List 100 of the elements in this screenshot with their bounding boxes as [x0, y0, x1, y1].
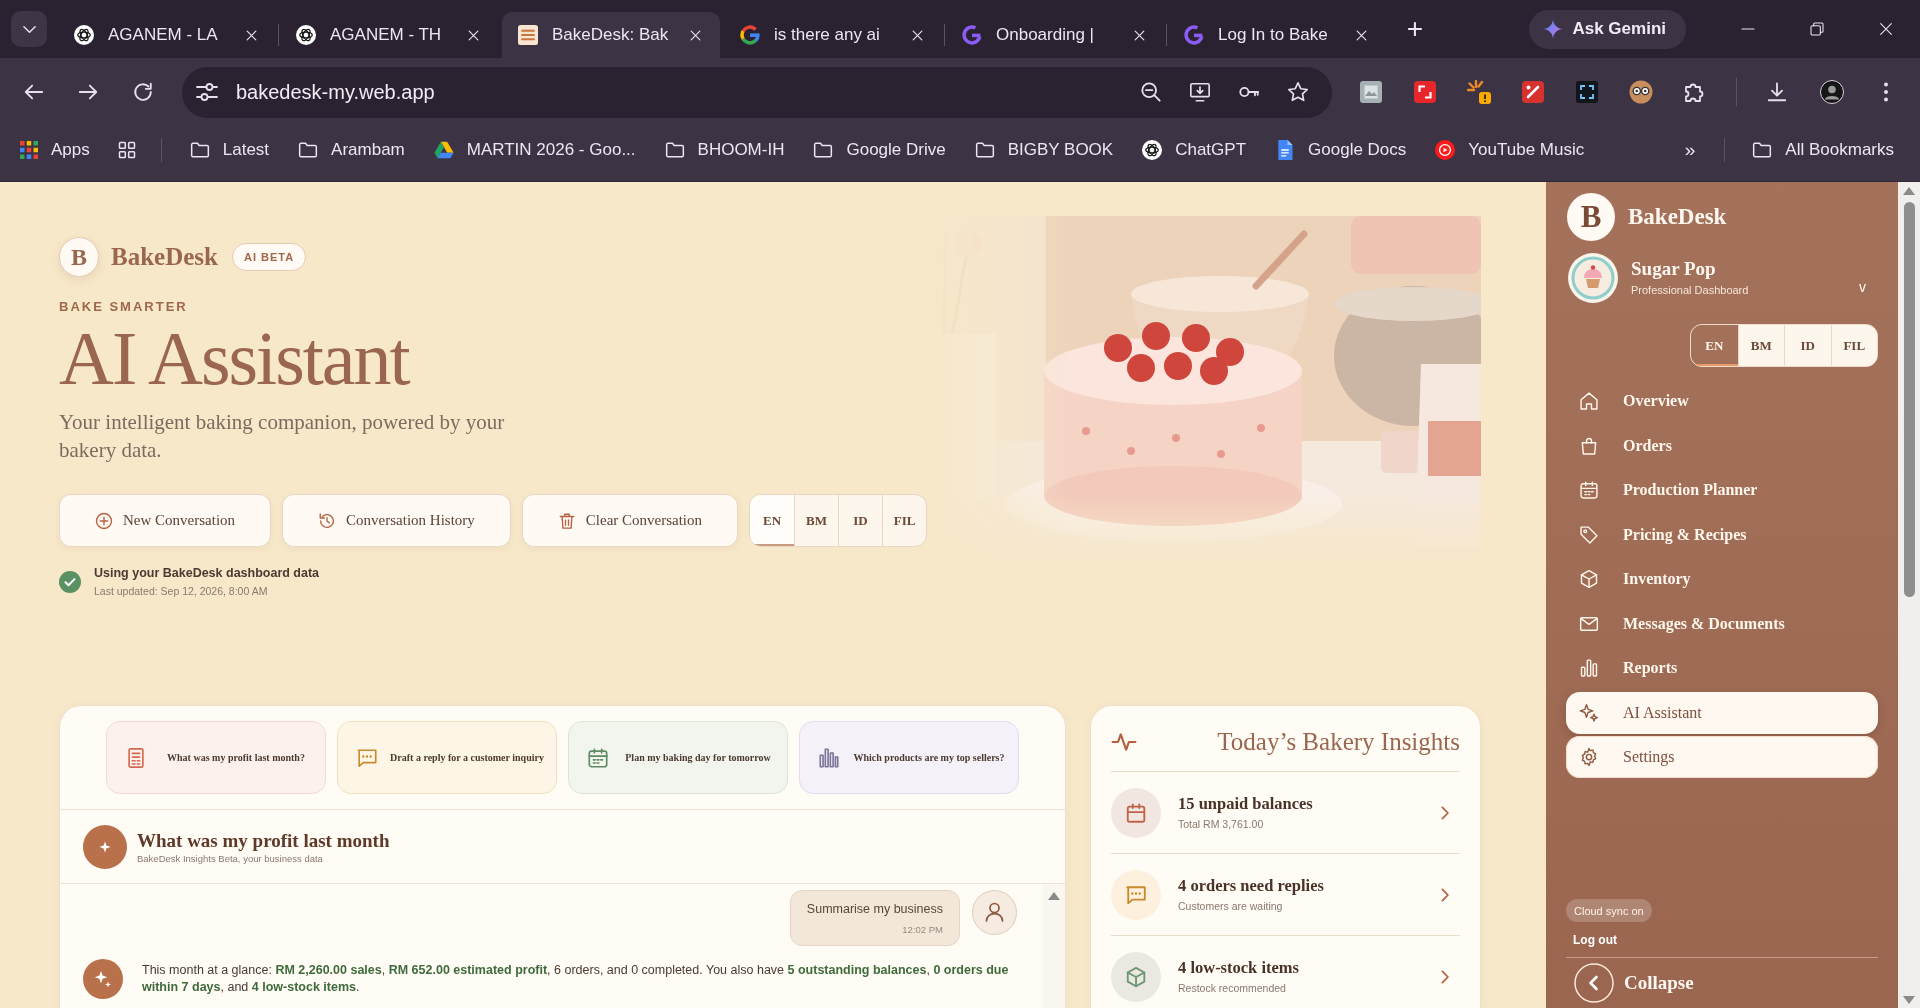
caret-up-icon[interactable] — [1047, 892, 1060, 900]
expand-tile-icon[interactable] — [1413, 80, 1437, 104]
insight-row[interactable]: 4 low-stock items Restock recommended — [1111, 936, 1460, 1008]
sparkle-icon — [1579, 702, 1599, 723]
knot-icon — [1142, 139, 1163, 160]
suggestion-chip[interactable]: What was my profit last month? — [106, 721, 326, 794]
suggestion-chip[interactable]: Draft a reply for a customer inquiry — [337, 721, 557, 794]
nav-item[interactable]: Settings — [1566, 736, 1878, 778]
tab-search-button[interactable] — [11, 11, 47, 47]
triangle-logo-icon — [433, 139, 454, 160]
close-icon[interactable] — [911, 28, 924, 42]
profile-toggle[interactable]: v — [1859, 279, 1866, 295]
calendar-icon — [1579, 480, 1599, 500]
collapse-button[interactable]: Collapse — [1566, 963, 1694, 1003]
install-icon[interactable] — [1189, 81, 1211, 103]
address-bar[interactable]: bakedesk-my.web.app — [182, 66, 1332, 118]
nav-item[interactable]: Overview — [1566, 380, 1878, 422]
burst-warning-icon[interactable] — [1467, 80, 1491, 104]
page-subtitle: Your intelligent baking companion, powered by your bakery data. — [59, 409, 506, 464]
star-icon[interactable] — [1287, 81, 1309, 103]
logo: B — [1567, 193, 1615, 241]
caret-down-icon[interactable] — [1903, 996, 1915, 1004]
nav-item[interactable]: Messages & Documents — [1566, 602, 1878, 645]
bookmark[interactable]: BHOOM-IH — [664, 139, 785, 160]
chat-icon — [356, 746, 378, 769]
browser-tab[interactable]: AGANEM - LA — [58, 12, 276, 58]
data-source-text: Using your BakeDesk dashboard data — [94, 565, 320, 582]
message-time: 12:02 PM — [901, 923, 943, 936]
close-icon[interactable] — [1877, 21, 1894, 37]
box-icon — [1111, 951, 1161, 1002]
history-button[interactable]: Conversation History — [282, 494, 511, 547]
language-button[interactable]: ID — [1784, 325, 1831, 366]
bookmark[interactable]: Latest — [189, 139, 270, 160]
scroll-thumb[interactable] — [1903, 202, 1915, 597]
assistant-button[interactable]: Ask Gemini — [1529, 9, 1686, 49]
close-icon[interactable] — [467, 28, 480, 42]
bookmark[interactable]: Google Drive — [813, 139, 946, 160]
assistant-message: This month at a glance: RM 2,260.00 sales, RM 652.00 estimated profit, 6 orders, and 0 completed. You also have 5 outstanding balances, 0 orders due within 7 days, and 4 low-stock items. — [142, 962, 1010, 996]
nav-item[interactable]: Pricing & Recipes — [1566, 513, 1878, 556]
bookmark[interactable]: YouTube Music — [1435, 139, 1585, 160]
logout-link[interactable]: Log out — [1573, 932, 1617, 948]
goggles-icon[interactable] — [1629, 80, 1653, 104]
close-icon[interactable] — [689, 28, 702, 42]
bag-icon — [1579, 435, 1599, 456]
close-icon[interactable] — [1355, 28, 1368, 42]
avatar-icon[interactable] — [1820, 80, 1844, 104]
more-bookmarks-button[interactable]: » — [1684, 138, 1696, 161]
browser-tab[interactable]: AGANEM - TH — [280, 12, 498, 58]
sync-badge: Cloud sync on — [1566, 899, 1652, 922]
bookmark[interactable]: Google Docs — [1275, 139, 1407, 160]
caret-up-icon[interactable] — [1903, 187, 1915, 195]
bookmark[interactable]: ChatGPT — [1142, 139, 1247, 160]
language-button[interactable]: ID — [838, 495, 883, 546]
reload-icon[interactable] — [132, 81, 154, 103]
scrollbar[interactable] — [1042, 884, 1065, 1008]
insight-row[interactable]: 4 orders need replies Customers are waiting — [1111, 854, 1460, 936]
zoom-icon[interactable] — [1140, 81, 1162, 103]
suggestion-chip[interactable]: Which products are my top sellers? — [799, 721, 1019, 794]
apps-bookmark[interactable]: Apps — [20, 139, 90, 160]
language-button[interactable]: EN — [750, 495, 795, 546]
insight-row[interactable]: 15 unpaid balances Total RM 3,761.00 — [1111, 772, 1460, 854]
suggestion-chip[interactable]: Plan my baking day for tomorrow — [568, 721, 788, 794]
frame-corners-icon[interactable] — [1575, 80, 1599, 104]
site-settings-icon[interactable] — [195, 80, 219, 104]
tile-icon[interactable] — [1359, 80, 1383, 104]
close-icon[interactable] — [1133, 28, 1146, 42]
browser-tab[interactable]: Onboarding | — [946, 12, 1164, 58]
language-button[interactable]: BM — [794, 495, 839, 546]
slash-tile-icon[interactable] — [1521, 80, 1545, 104]
language-button[interactable]: FIL — [882, 495, 927, 546]
language-button[interactable]: EN — [1691, 325, 1738, 366]
clear-button[interactable]: Clear Conversation — [521, 494, 739, 547]
nav-item[interactable]: Orders — [1566, 424, 1878, 467]
download-icon[interactable] — [1766, 81, 1788, 103]
restore-icon[interactable] — [1808, 21, 1825, 37]
bar-chart-icon — [1579, 658, 1599, 678]
scrollbar[interactable] — [1898, 182, 1920, 1008]
browser-tab[interactable]: is there any ai — [724, 12, 942, 58]
close-icon[interactable] — [245, 28, 258, 42]
tab-groups-icon[interactable] — [116, 139, 137, 160]
profile-role: Professional Dashboard — [1631, 283, 1750, 298]
bookmark[interactable]: Arambam — [298, 139, 405, 160]
language-button[interactable]: FIL — [1830, 325, 1877, 366]
bookmark[interactable]: MARTIN 2026 - Goo... — [433, 139, 636, 160]
new-conversation-button[interactable]: New Conversation — [59, 494, 272, 547]
nav-item[interactable]: Inventory — [1566, 558, 1878, 600]
new-tab-button[interactable]: + — [1397, 11, 1433, 47]
browser-tab[interactable]: BakeDesk: Bak — [502, 12, 720, 58]
bookmark[interactable]: BIGBY BOOK — [974, 139, 1114, 160]
history-icon — [318, 511, 337, 530]
language-button[interactable]: BM — [1737, 325, 1784, 366]
bookmark-folder[interactable]: All Bookmarks — [1752, 139, 1894, 160]
browser-tab[interactable]: Log In to Bake — [1168, 12, 1386, 58]
knot-icon — [296, 25, 316, 45]
nav-item[interactable]: Reports — [1566, 647, 1878, 689]
nav-item[interactable]: Production Planner — [1566, 469, 1878, 511]
chevron-right-icon — [1438, 887, 1452, 902]
nav-item[interactable]: AI Assistant — [1566, 691, 1878, 734]
insights-title: Today’s Bakery Insights — [1217, 727, 1460, 756]
message-text: Summarise my business — [806, 901, 943, 918]
